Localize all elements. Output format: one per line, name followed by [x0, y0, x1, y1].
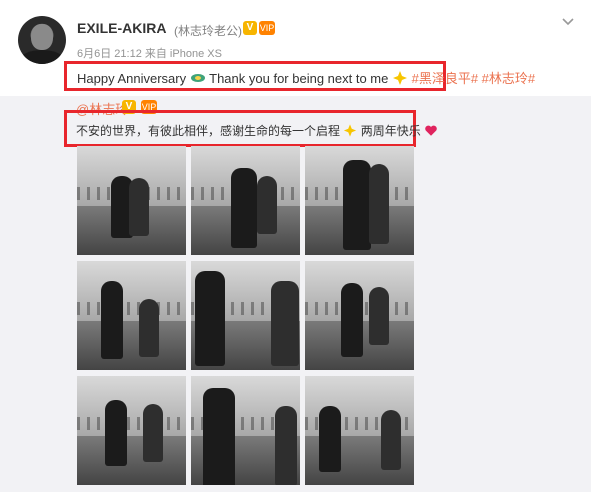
repost-text-tail: 两周年快乐: [360, 124, 421, 138]
photo-person: [369, 287, 389, 345]
repost-text-main: 不安的世界，有彼此相伴，感谢生命的每一个启程: [76, 124, 341, 138]
verified-badge-icon: V: [243, 21, 257, 35]
photo-3[interactable]: [305, 146, 414, 255]
photo-ground: [77, 320, 186, 370]
photo-bridge: [77, 302, 186, 316]
photo-person: [381, 410, 401, 470]
post-text-part2: Thank you for being next to me: [209, 71, 389, 86]
post-text: Happy Anniversary Thank you for being ne…: [77, 68, 535, 87]
photo-person: [195, 271, 225, 366]
photo-8[interactable]: [191, 376, 300, 485]
photo-2[interactable]: [191, 146, 300, 255]
heart-emoji-icon: [425, 125, 437, 136]
photo-person: [139, 299, 159, 357]
photo-bridge: [77, 417, 186, 431]
photo-person: [105, 400, 127, 466]
repost-text: 不安的世界，有彼此相伴，感谢生命的每一个启程 两周年快乐: [76, 122, 438, 139]
photo-person: [343, 160, 371, 250]
photo-5[interactable]: [191, 261, 300, 370]
post-meta: 6月6日 21:12 来自 iPhone XS: [77, 48, 222, 60]
nickname: (林志玲老公): [174, 24, 242, 38]
post-text-part1: Happy Anniversary: [77, 71, 187, 86]
weibo-post: EXILE-AKIRA (林志玲老公) V VIP 6月6日 21:12 来自 …: [0, 0, 591, 492]
photo-person: [369, 164, 389, 244]
photo-person: [101, 281, 123, 359]
avatar[interactable]: [18, 16, 66, 64]
photo-person: [203, 388, 235, 485]
photo-person: [275, 406, 297, 485]
photo-ground: [77, 435, 186, 485]
hashtags-link[interactable]: #黑泽良平# #林志玲#: [412, 71, 536, 86]
photo-person: [257, 176, 277, 234]
photo-person: [319, 406, 341, 472]
avatar-face: [31, 24, 53, 50]
sparkling-emoji-icon: [190, 74, 205, 82]
vip-badge-icon: VIP: [259, 21, 275, 35]
sparkles-emoji-icon: [344, 124, 357, 137]
photo-7[interactable]: [77, 376, 186, 485]
photo-person: [143, 404, 163, 462]
photo-6[interactable]: [305, 261, 414, 370]
avatar-shoulders: [20, 50, 64, 64]
photo-person: [231, 168, 257, 248]
photo-4[interactable]: [77, 261, 186, 370]
photo-1[interactable]: [77, 146, 186, 255]
chevron-down-icon[interactable]: [560, 14, 576, 30]
photo-9[interactable]: [305, 376, 414, 485]
photo-person: [341, 283, 363, 357]
photo-person: [271, 281, 299, 366]
photo-person: [129, 178, 149, 236]
username[interactable]: EXILE-AKIRA: [77, 20, 166, 36]
sparkles-emoji-icon: [392, 71, 407, 85]
